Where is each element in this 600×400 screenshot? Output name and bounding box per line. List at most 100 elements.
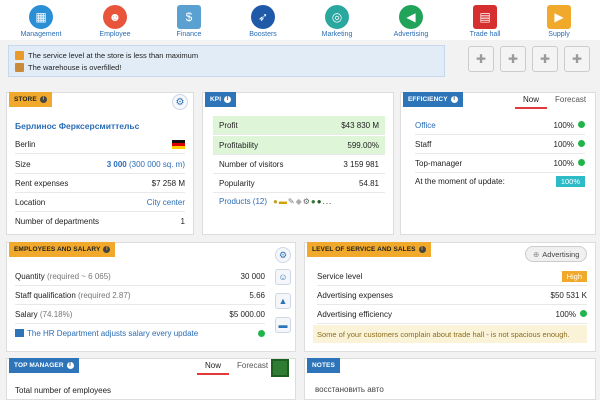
gift-icon — [15, 50, 24, 60]
rent-value: $7 258 M — [151, 178, 185, 188]
office-link[interactable]: Office — [415, 121, 436, 130]
store-tag: Store i — [9, 92, 52, 107]
action-buttons: ✚ ✚ ✚ ✚ — [468, 46, 590, 72]
status-dot-icon — [578, 120, 585, 128]
topmanager-value: 100% — [553, 158, 574, 168]
rent-label: Rent expenses — [15, 178, 69, 188]
hr-department-link[interactable]: The HR Department adjusts salary every u… — [27, 329, 198, 338]
alert-text: The service level at the store is less t… — [28, 50, 199, 60]
germany-flag-icon — [172, 139, 185, 149]
quantity-label: Quantity — [15, 271, 45, 281]
notes-panel: Notes восстановить авто — [304, 358, 596, 400]
add-tool-button[interactable]: ✚ — [532, 46, 558, 72]
calendar-icon[interactable] — [271, 359, 289, 377]
product-icon: ✎ — [287, 197, 296, 206]
quantity-hint: (required ~ 6 065) — [47, 271, 111, 281]
service-level-label: Service level — [317, 271, 363, 281]
salary-label: Salary — [15, 309, 38, 319]
info-icon[interactable]: i — [450, 96, 458, 103]
people-icon: ☺ — [278, 272, 288, 282]
topmanager-label: Top-manager — [415, 158, 463, 168]
size-extra[interactable]: (300 000 sq. m) — [129, 160, 185, 169]
marketing-icon: ◎ — [325, 5, 349, 29]
tag-label: KPI — [210, 96, 222, 103]
gear-icon: ⚙ — [175, 96, 185, 108]
nav-label: Advertising — [393, 31, 429, 38]
info-icon[interactable]: i — [39, 96, 47, 103]
hire-staff-button[interactable]: ☺ — [275, 269, 291, 285]
size-value[interactable]: 3 000 — [107, 160, 127, 169]
supply-icon: ▶ — [547, 5, 571, 29]
product-icon: ⚙ — [302, 197, 311, 206]
status-dot-icon — [580, 309, 587, 317]
training-button[interactable]: ▲ — [275, 293, 291, 309]
ad-expenses-label: Advertising expenses — [317, 290, 394, 300]
management-icon: ▦ — [29, 5, 53, 29]
more-products[interactable]: ... — [323, 197, 333, 206]
plus-circle-icon: ⊕ — [533, 249, 540, 259]
service-level-badge: High — [561, 270, 587, 282]
notes-text[interactable]: восстановить авто — [315, 385, 384, 394]
location-label: Location — [15, 197, 46, 207]
alert-item: The warehouse is overfilled! — [15, 61, 438, 73]
top-navigation: ▦ Management ☻ Employee $ Finance ➶ Boos… — [0, 0, 600, 40]
info-icon[interactable]: i — [66, 362, 74, 369]
tool-plus-icon: ✚ — [539, 52, 551, 66]
store-city: Berlin — [15, 139, 36, 149]
qualification-label: Staff qualification — [15, 290, 76, 300]
tab-now[interactable]: Now — [515, 95, 548, 109]
add-booster-button[interactable]: ✚ — [564, 46, 590, 72]
employees-panel: Employees and salary i Quantity (required… — [6, 242, 296, 352]
info-icon[interactable]: i — [418, 246, 426, 253]
tag-label: Efficiency — [408, 96, 448, 103]
nav-marketing[interactable]: ◎ Marketing — [306, 0, 368, 40]
salary-hint: (74.18%) — [39, 309, 73, 319]
qualification-value: 5.66 — [249, 290, 265, 300]
efficiency-tag: Efficiency i — [403, 92, 463, 107]
info-icon[interactable]: i — [103, 246, 111, 253]
store-settings-button[interactable]: ⚙ — [172, 94, 188, 110]
advertising-button[interactable]: ⊕ Advertising — [525, 246, 588, 262]
tag-label: Employees and salary — [14, 246, 101, 253]
office-value: 100% — [553, 120, 574, 130]
product-icons: ●▬✎◆⚙●●... — [273, 197, 332, 206]
info-icon[interactable]: i — [224, 96, 232, 103]
nav-boosters[interactable]: ➶ Boosters — [232, 0, 294, 40]
tab-forecast[interactable]: Forecast — [229, 361, 276, 375]
employees-settings-button[interactable]: ⚙ — [275, 247, 291, 263]
update-label: At the moment of update: — [415, 177, 505, 186]
tab-now[interactable]: Now — [197, 361, 230, 375]
nav-trade-hall[interactable]: ▤ Trade hall — [454, 0, 516, 40]
tag-label: Level of service and sales — [312, 246, 416, 253]
popularity-label: Popularity — [219, 178, 255, 188]
nav-finance[interactable]: $ Finance — [158, 0, 220, 40]
service-tag: Level of service and sales i — [307, 242, 431, 257]
nav-advertising[interactable]: ◀ Advertising — [380, 0, 442, 40]
tab-forecast[interactable]: Forecast — [547, 95, 594, 109]
departments-value: 1 — [180, 217, 185, 226]
location-value[interactable]: City center — [147, 198, 185, 207]
nav-supply[interactable]: ▶ Supply — [528, 0, 590, 40]
service-panel: Level of service and sales i ⊕ Advertisin… — [304, 242, 596, 352]
coffee-icon: ▬ — [278, 320, 288, 330]
advertising-icon: ◀ — [399, 5, 423, 29]
top-manager-tag: Top manager i — [9, 358, 79, 373]
nav-management[interactable]: ▦ Management — [10, 0, 72, 40]
visitors-label: Number of visitors — [219, 159, 284, 169]
add-supply-button[interactable]: ✚ — [468, 46, 494, 72]
nav-label: Supply — [548, 31, 570, 38]
product-icon: ▬ — [278, 197, 288, 206]
employees-tag: Employees and salary i — [9, 242, 116, 257]
add-document-button[interactable]: ✚ — [500, 46, 526, 72]
status-dot-icon — [578, 158, 585, 166]
products-link[interactable]: Products (12) — [219, 197, 267, 206]
nav-label: Boosters — [249, 31, 277, 38]
status-dot-icon — [258, 330, 265, 337]
visitors-value: 3 159 981 — [343, 159, 379, 169]
ad-expenses-value: $50 531 K — [550, 290, 587, 300]
store-name-link[interactable]: Берлинос Ферксерсмиттельс — [15, 121, 139, 131]
top-manager-panel: Top manager i Now Forecast Total number o… — [6, 358, 296, 400]
nav-label: Employee — [99, 31, 131, 38]
nav-employee[interactable]: ☻ Employee — [84, 0, 146, 40]
salary-button[interactable]: ▬ — [275, 317, 291, 333]
